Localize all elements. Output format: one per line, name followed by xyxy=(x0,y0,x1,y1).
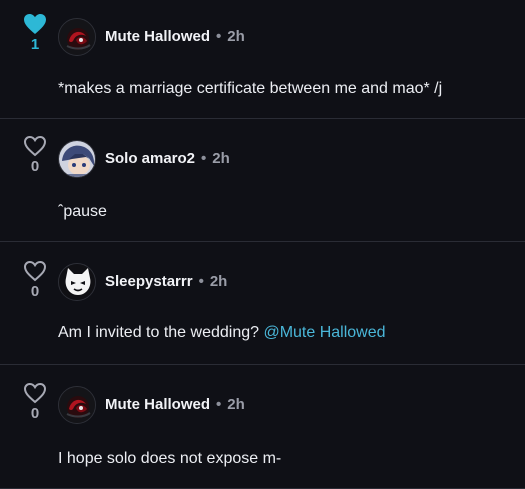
timestamp: 2h xyxy=(209,273,228,290)
like-column: 1 xyxy=(20,13,50,53)
heart-filled-icon[interactable] xyxy=(22,13,48,35)
separator-dot: • xyxy=(216,28,222,45)
comment-body: I hope solo does not expose m- xyxy=(58,450,282,467)
comment-item: 0 Sleepystarrr • 2h Am I invited to the we… xyxy=(0,242,525,365)
comment-item: 0 Mute Hallowed • 2h I hope solo does not … xyxy=(0,365,525,489)
comment-body: *makes a marriage certificate between me… xyxy=(58,80,443,97)
username[interactable]: Mute Hallowed xyxy=(105,396,210,413)
timestamp: 2h xyxy=(212,150,230,167)
white-cat-avatar-icon xyxy=(59,264,95,300)
anime-character-avatar-icon xyxy=(59,141,95,177)
comment-text: *makes a marriage certificate between me… xyxy=(58,80,442,98)
dark-red-rose-avatar-icon xyxy=(59,19,95,55)
avatar[interactable] xyxy=(58,386,96,424)
comment-item: 1 Mute Hallowed • 2h *makes a marriage cer… xyxy=(0,0,525,119)
heart-outline-icon[interactable] xyxy=(22,135,48,157)
like-count: 1 xyxy=(30,36,40,53)
heart-outline-icon[interactable] xyxy=(22,382,48,404)
separator-dot: • xyxy=(198,273,204,290)
comment-text: Am I invited to the wedding? @Mute Hallo… xyxy=(58,324,386,342)
comment-text: I hope solo does not expose m- xyxy=(58,450,281,468)
comment-body: Am I invited to the wedding? xyxy=(58,324,264,341)
like-count: 0 xyxy=(30,405,40,422)
separator-dot: • xyxy=(216,396,222,413)
comment-meta: Solo amaro2 • 2h xyxy=(105,150,230,167)
separator-dot: • xyxy=(201,150,207,167)
comment-text: ˆpause xyxy=(58,203,107,221)
like-count: 0 xyxy=(30,283,40,300)
like-column: 0 xyxy=(20,260,50,300)
dark-red-rose-avatar-icon xyxy=(59,387,95,423)
avatar[interactable] xyxy=(58,18,96,56)
comment-body: ˆpause xyxy=(58,203,107,220)
username[interactable]: Mute Hallowed xyxy=(105,28,210,45)
like-column: 0 xyxy=(20,135,50,175)
avatar[interactable] xyxy=(58,263,96,301)
like-column: 0 xyxy=(20,382,50,422)
timestamp: 2h xyxy=(227,396,245,413)
avatar[interactable] xyxy=(58,140,96,178)
username[interactable]: Solo amaro2 xyxy=(105,150,195,167)
comment-meta: Sleepystarrr • 2h xyxy=(105,273,227,290)
comment-meta: Mute Hallowed • 2h xyxy=(105,396,245,413)
user-mention-link[interactable]: @Mute Hallowed xyxy=(263,324,385,341)
comment-meta: Mute Hallowed • 2h xyxy=(105,28,245,45)
username[interactable]: Sleepystarrr xyxy=(105,273,193,290)
like-count: 0 xyxy=(30,158,40,175)
heart-outline-icon[interactable] xyxy=(22,260,48,282)
comment-item: 0 Solo amaro2 • 2h ˆpause xyxy=(0,119,525,242)
timestamp: 2h xyxy=(227,28,245,45)
